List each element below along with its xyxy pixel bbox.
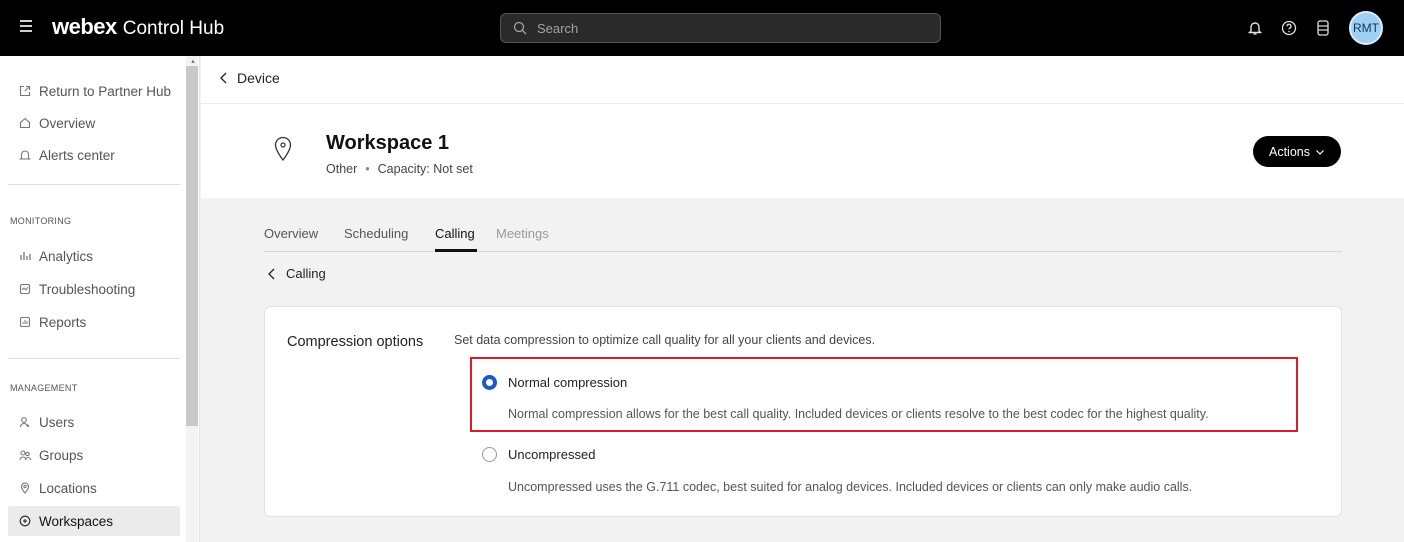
troubleshooting-icon bbox=[18, 282, 32, 296]
separator-dot: • bbox=[365, 162, 370, 176]
section-label-monitoring: MONITORING bbox=[10, 216, 72, 226]
actions-button[interactable]: Actions bbox=[1253, 136, 1341, 167]
sidebar-scrollbar-thumb[interactable] bbox=[186, 66, 198, 426]
location-pin-icon bbox=[274, 136, 292, 162]
avatar[interactable]: RMT bbox=[1349, 11, 1383, 45]
sidebar-divider bbox=[8, 184, 180, 185]
sidebar-item-label: Locations bbox=[39, 480, 97, 496]
workspace-header: Device Workspace 1 Other • Capacity: Not… bbox=[201, 56, 1404, 198]
reports-icon bbox=[18, 315, 32, 329]
notifications-bell-icon[interactable] bbox=[1245, 18, 1265, 38]
brand-logo: webex bbox=[52, 14, 117, 39]
radio-uncompressed[interactable] bbox=[482, 447, 497, 462]
sidebar-item-label: Troubleshooting bbox=[39, 281, 136, 297]
tab-meetings[interactable]: Meetings bbox=[496, 226, 549, 241]
workspace-capacity: Capacity: Not set bbox=[377, 162, 473, 176]
sidebar-item-troubleshooting[interactable]: Troubleshooting bbox=[8, 274, 180, 304]
tab-scheduling[interactable]: Scheduling bbox=[344, 226, 408, 241]
location-icon bbox=[18, 481, 32, 495]
groups-icon bbox=[18, 448, 32, 462]
section-label-management: MANAGEMENT bbox=[10, 383, 78, 393]
sidebar-item-alerts-center[interactable]: Alerts center bbox=[8, 140, 180, 170]
sidebar-item-label: Reports bbox=[39, 314, 87, 330]
sidebar-item-return-to-partner-hub[interactable]: Return to Partner Hub bbox=[8, 76, 180, 106]
apps-icon[interactable] bbox=[1313, 18, 1333, 38]
home-icon bbox=[18, 116, 32, 130]
back-label: Device bbox=[237, 70, 280, 86]
option-normal-compression-description: Normal compression allows for the best c… bbox=[508, 407, 1209, 421]
help-icon[interactable] bbox=[1279, 18, 1299, 38]
sidebar-item-analytics[interactable]: Analytics bbox=[8, 241, 180, 271]
search-input[interactable]: Search bbox=[500, 13, 941, 43]
main-content: Device Workspace 1 Other • Capacity: Not… bbox=[201, 56, 1404, 542]
tab-calling[interactable]: Calling bbox=[435, 226, 475, 241]
sidebar: Return to Partner Hub Overview Alerts ce… bbox=[0, 56, 200, 542]
back-to-calling-link[interactable]: Calling bbox=[267, 266, 326, 281]
search-icon bbox=[513, 21, 527, 35]
user-icon bbox=[18, 415, 32, 429]
sidebar-item-label: Overview bbox=[39, 115, 96, 131]
back-to-device-link[interactable]: Device bbox=[219, 70, 280, 86]
workspace-meta: Other • Capacity: Not set bbox=[326, 162, 473, 176]
chevron-left-icon bbox=[220, 72, 227, 84]
workspace-type: Other bbox=[326, 162, 358, 176]
chevron-down-icon bbox=[1316, 149, 1324, 155]
option-uncompressed-label[interactable]: Uncompressed bbox=[508, 447, 595, 462]
menu-icon[interactable] bbox=[20, 20, 32, 34]
option-uncompressed-description: Uncompressed uses the G.711 codec, best … bbox=[508, 480, 1193, 494]
sidebar-item-label: Users bbox=[39, 414, 75, 430]
sidebar-item-locations[interactable]: Locations bbox=[8, 473, 180, 503]
back-calling-label: Calling bbox=[286, 266, 326, 281]
external-link-icon bbox=[18, 84, 32, 98]
bell-icon bbox=[18, 148, 32, 162]
sidebar-item-groups[interactable]: Groups bbox=[8, 440, 180, 470]
option-normal-compression-label[interactable]: Normal compression bbox=[508, 375, 627, 390]
compression-options-card: Compression options Set data compression… bbox=[264, 306, 1342, 517]
brand-product: Control Hub bbox=[122, 18, 225, 39]
page-title: Workspace 1 bbox=[326, 132, 450, 154]
sidebar-item-label: Analytics bbox=[39, 248, 94, 264]
active-tab-indicator bbox=[435, 249, 477, 252]
tab-overview[interactable]: Overview bbox=[264, 226, 318, 241]
analytics-icon bbox=[18, 249, 32, 263]
scroll-up-arrow-icon[interactable]: ▲ bbox=[190, 59, 196, 65]
header-divider bbox=[201, 103, 1404, 104]
tab-bar: Overview Scheduling Calling Meetings bbox=[264, 224, 1342, 252]
chevron-left-icon bbox=[268, 268, 275, 279]
sidebar-item-label: Return to Partner Hub bbox=[39, 83, 172, 99]
sidebar-divider bbox=[8, 358, 180, 359]
sidebar-item-users[interactable]: Users bbox=[8, 407, 180, 437]
brand: webex Control Hub bbox=[52, 14, 224, 40]
compression-options-description: Set data compression to optimize call qu… bbox=[454, 333, 876, 347]
sidebar-item-overview[interactable]: Overview bbox=[8, 108, 180, 138]
search-placeholder: Search bbox=[537, 20, 579, 36]
actions-label: Actions bbox=[1269, 144, 1310, 159]
sidebar-item-label: Workspaces bbox=[39, 513, 114, 529]
sidebar-item-label: Alerts center bbox=[39, 147, 115, 163]
workspace-icon bbox=[18, 514, 32, 528]
radio-normal-compression[interactable] bbox=[482, 375, 497, 390]
sidebar-item-workspaces[interactable]: Workspaces bbox=[8, 506, 180, 536]
top-bar: webex Control Hub Search RMT bbox=[0, 0, 1404, 56]
sidebar-item-label: Groups bbox=[39, 447, 84, 463]
compression-options-label: Compression options bbox=[287, 334, 424, 350]
sidebar-item-reports[interactable]: Reports bbox=[8, 307, 180, 337]
